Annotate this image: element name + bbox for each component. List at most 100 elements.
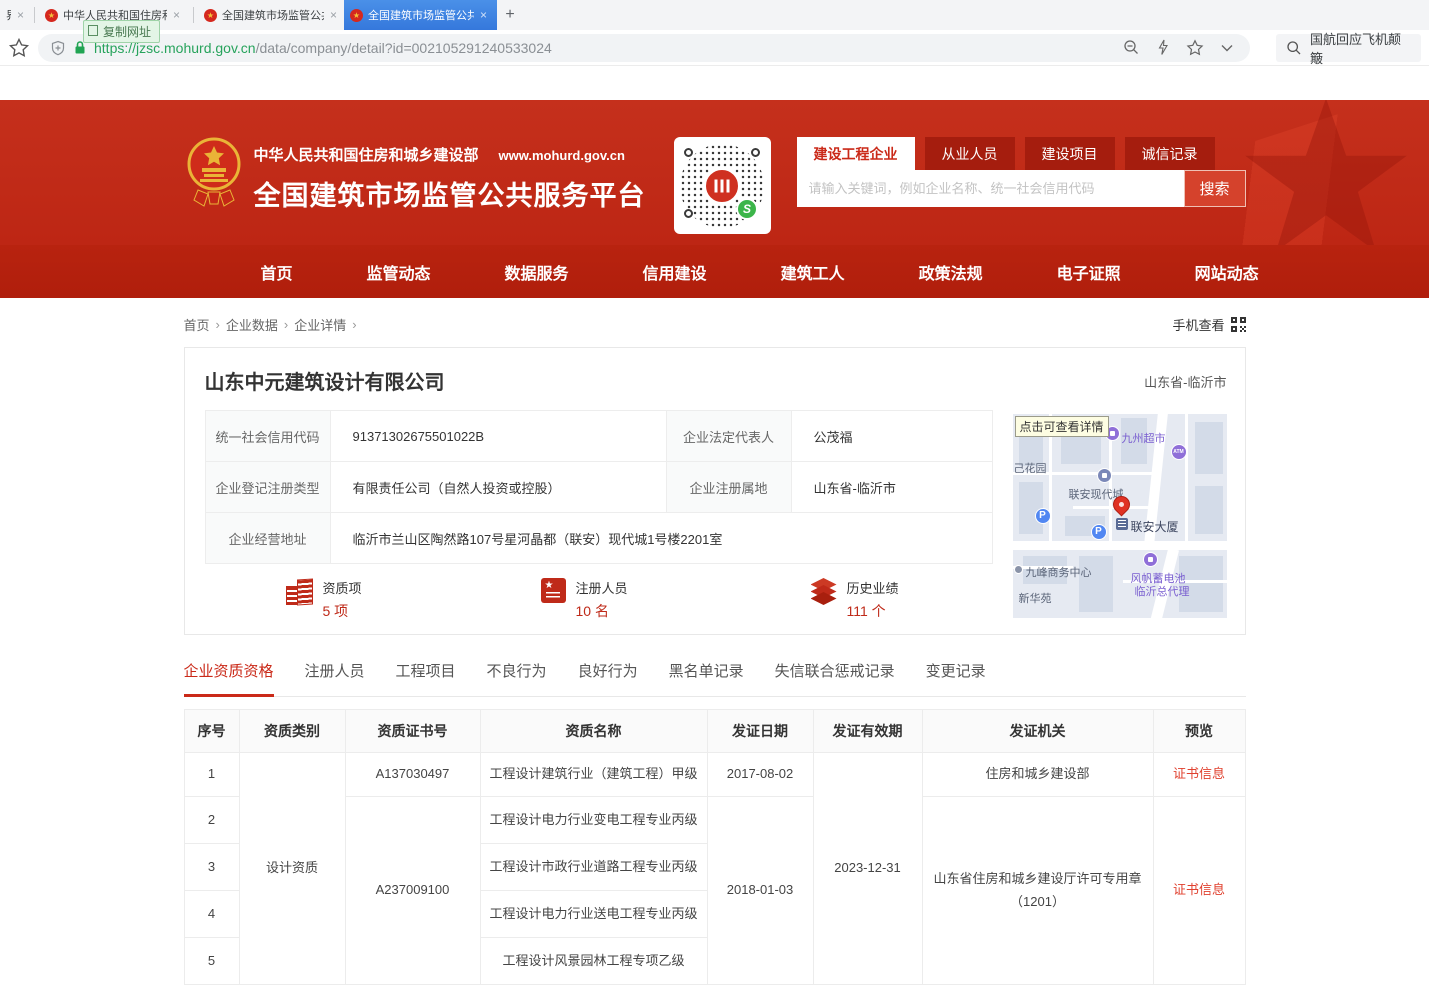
certificate-info-link[interactable]: 证书信息 — [1173, 766, 1225, 781]
mobile-view-label[interactable]: 手机查看 — [1172, 315, 1224, 334]
building-pin-icon — [1097, 468, 1112, 483]
browser-tab-active[interactable]: ★ 全国建筑市场监管公共服务平台 × — [344, 0, 497, 30]
chevron-down-icon[interactable] — [1220, 43, 1234, 53]
field-label: 企业注册属地 — [666, 462, 791, 513]
tab-close-icon[interactable]: × — [173, 9, 180, 21]
keyword-search-input[interactable] — [797, 170, 1184, 207]
tab-registered-personnel[interactable]: 注册人员 — [305, 660, 365, 696]
tab-qualifications[interactable]: 企业资质资格 — [184, 660, 274, 697]
ministry-website: www.mohurd.gov.cn — [499, 148, 625, 163]
tab-change-records[interactable]: 变更记录 — [926, 660, 986, 696]
breadcrumb-company-data[interactable]: 企业数据 — [226, 315, 278, 334]
qr-finder-dot — [684, 148, 693, 157]
table-row: 1 设计资质 A137030497 工程设计建筑行业（建筑工程）甲级 2017-… — [184, 753, 1245, 797]
url-bar-actions — [1123, 39, 1234, 57]
tab-good-behavior[interactable]: 良好行为 — [578, 660, 638, 696]
col-cert-no: 资质证书号 — [345, 710, 480, 753]
breadcrumb-home[interactable]: 首页 — [184, 315, 210, 334]
location-map[interactable]: 点击可查看详情 九州超市 ATM 己花园 联安现代城 P 联安大厦 P 九峰商务… — [1013, 414, 1227, 618]
map-tooltip: 点击可查看详情 — [1015, 416, 1109, 437]
tab-close-icon[interactable]: × — [17, 9, 24, 21]
lightning-icon[interactable] — [1156, 39, 1170, 56]
qr-mini-icon[interactable] — [1231, 317, 1246, 332]
breadcrumb-company-detail[interactable]: 企业详情 — [294, 315, 346, 334]
search-tab-enterprise[interactable]: 建设工程企业 — [797, 137, 915, 170]
nav-item-site-news[interactable]: 网站动态 — [1158, 260, 1296, 284]
favorite-star-icon[interactable] — [1186, 39, 1204, 57]
seq-cell: 4 — [184, 891, 239, 938]
map-label-lianan-tower: 联安大厦 — [1131, 518, 1179, 535]
tower-building-icon — [1116, 518, 1128, 530]
tab-close-icon[interactable]: × — [330, 9, 337, 21]
company-region: 山东省-临沂市 — [1144, 372, 1226, 391]
browser-toolbar: https://jzsc.mohurd.gov.cn/data/company/… — [0, 30, 1429, 66]
col-issue-date: 发证日期 — [707, 710, 813, 753]
qr-finder-dot — [751, 148, 760, 157]
qr-finder-dot — [684, 209, 693, 218]
issue-date-cell: 2018-01-03 — [707, 797, 813, 985]
col-category: 资质类别 — [239, 710, 345, 753]
tab-blacklist[interactable]: 黑名单记录 — [669, 660, 744, 696]
address-value: 临沂市兰山区陶然路107号星河晶都（联安）现代城1号楼2201室 — [330, 513, 992, 564]
search-button[interactable]: 搜索 — [1184, 170, 1246, 207]
nav-item-home[interactable]: 首页 — [224, 260, 330, 284]
stat-label: 注册人员 — [576, 578, 628, 597]
certificate-info-link[interactable]: 证书信息 — [1173, 882, 1225, 897]
issue-date-cell: 2017-08-02 — [707, 753, 813, 797]
nav-item-data-service[interactable]: 数据服务 — [468, 260, 606, 284]
qual-name-cell: 工程设计风景园林工程专项乙级 — [480, 938, 707, 985]
url-path: /data/company/detail?id=0021052912405330… — [256, 40, 552, 56]
new-tab-button[interactable]: + — [497, 0, 523, 30]
valid-until-cell: 2023-12-31 — [813, 753, 922, 985]
qr-pattern: S — [680, 144, 764, 228]
news-search-box[interactable]: 国航回应飞机颠簸 — [1276, 34, 1421, 62]
nav-item-policy[interactable]: 政策法规 — [882, 260, 1020, 284]
zoom-out-icon[interactable] — [1123, 39, 1140, 56]
browser-tab-jzsc[interactable]: ★ 全国建筑市场监管公共服务平台 × — [198, 0, 344, 30]
search-tab-project[interactable]: 建设项目 — [1025, 137, 1115, 170]
certificate-book-icon — [541, 578, 566, 603]
main-navigation: 首页 监管动态 数据服务 信用建设 建筑工人 政策法规 电子证照 网站动态 — [0, 245, 1429, 298]
page-content: 首页 › 企业数据 › 企业详情 › 手机查看 山东中元建筑设计有限公司 山东省… — [184, 315, 1246, 985]
field-label: 企业法定代表人 — [666, 411, 791, 462]
nav-item-credit[interactable]: 信用建设 — [606, 260, 744, 284]
tab-close-icon[interactable]: × — [480, 9, 487, 21]
stat-label: 历史业绩 — [847, 578, 899, 597]
wechat-icon: S — [736, 198, 758, 220]
reg-place-value: 山东省-临沂市 — [791, 462, 992, 513]
col-valid-until: 发证有效期 — [813, 710, 922, 753]
nav-item-e-license[interactable]: 电子证照 — [1020, 260, 1158, 284]
parking-pin-icon: P — [1091, 524, 1107, 540]
nav-item-supervision[interactable]: 监管动态 — [330, 260, 468, 284]
site-brand: 中华人民共和国住房和城乡建设部 www.mohurd.gov.cn 全国建筑市场… — [254, 144, 646, 213]
search-tab-credit[interactable]: 诚信记录 — [1125, 137, 1215, 170]
decorative-star-icon — [1241, 100, 1411, 245]
url-bar[interactable]: https://jzsc.mohurd.gov.cn/data/company/… — [38, 34, 1250, 62]
map-label-jiufeng: 九峰商务中心 — [1026, 564, 1092, 580]
browser-tab-partial[interactable]: 界 × — [0, 0, 30, 30]
nav-item-workers[interactable]: 建筑工人 — [744, 260, 882, 284]
qual-name-cell: 工程设计建筑行业（建筑工程）甲级 — [480, 753, 707, 797]
shield-icon[interactable] — [50, 40, 66, 56]
field-label: 企业经营地址 — [205, 513, 330, 564]
stat-label: 资质项 — [323, 578, 362, 597]
battery-pin-icon — [1143, 552, 1158, 567]
search-category-tabs: 建设工程企业 从业人员 建设项目 诚信记录 — [797, 137, 1246, 170]
tab-dishonesty-records[interactable]: 失信联合惩戒记录 — [775, 660, 895, 696]
header-search-panel: 建设工程企业 从业人员 建设项目 诚信记录 搜索 — [797, 137, 1246, 207]
layers-icon — [811, 578, 837, 606]
stat-value: 5 项 — [323, 601, 362, 621]
search-tab-personnel[interactable]: 从业人员 — [925, 137, 1015, 170]
tab-projects[interactable]: 工程项目 — [396, 660, 456, 696]
authority-cell: 山东省住房和城乡建设厅许可专用章（1201） — [922, 797, 1153, 985]
credit-code-value: 91371302675501022B — [330, 411, 666, 462]
map-label-supermarket: 九州超市 — [1122, 430, 1166, 446]
bookmark-star-icon[interactable] — [8, 37, 30, 59]
copy-icon — [90, 27, 98, 36]
tab-bad-behavior[interactable]: 不良行为 — [487, 660, 547, 696]
qual-name-cell: 工程设计电力行业变电工程专业丙级 — [480, 797, 707, 844]
stat-value: 111 个 — [847, 601, 899, 621]
seq-cell: 2 — [184, 797, 239, 844]
col-seq: 序号 — [184, 710, 239, 753]
qual-name-cell: 工程设计电力行业送电工程专业丙级 — [480, 891, 707, 938]
